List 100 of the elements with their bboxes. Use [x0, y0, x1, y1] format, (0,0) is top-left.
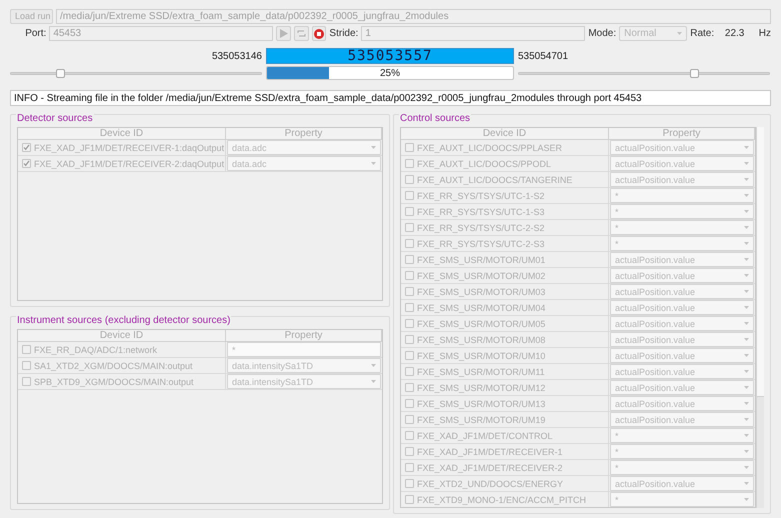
group-title: Control sources	[399, 113, 472, 124]
caret-icon	[744, 466, 749, 469]
checkbox[interactable]	[405, 271, 414, 280]
checkbox[interactable]	[22, 159, 31, 168]
scrollbar[interactable]	[756, 127, 764, 508]
device-id: FXE_XTD2_UND/DOOCS/ENERGY	[417, 478, 564, 488]
rate-unit: Hz	[758, 28, 771, 39]
checkbox[interactable]	[405, 191, 414, 200]
property-dropdown[interactable]: actualPosition.value	[610, 156, 754, 171]
checkbox[interactable]	[405, 143, 414, 152]
checkbox[interactable]	[405, 383, 414, 392]
file-path-field[interactable]: /media/jun/Extreme SSD/extra_foam_sample_data/p002392_r0005_jungfrau_2modules	[56, 9, 771, 24]
checkbox[interactable]	[22, 377, 31, 386]
device-id: FXE_SMS_USR/MOTOR/UM11	[417, 366, 545, 376]
property-dropdown[interactable]: *	[610, 220, 754, 235]
device-id: FXE_RR_SYS/TSYS/UTC-1-S3	[417, 206, 545, 216]
checkbox[interactable]	[405, 223, 414, 232]
property-dropdown[interactable]: actualPosition.value	[610, 172, 754, 187]
property-dropdown[interactable]: actualPosition.value	[610, 396, 754, 411]
checkbox[interactable]	[22, 361, 31, 370]
caret-icon	[744, 306, 749, 309]
caret-icon	[371, 162, 376, 165]
property-dropdown[interactable]: actualPosition.value	[610, 380, 754, 395]
checkbox[interactable]	[405, 399, 414, 408]
property-dropdown[interactable]: *	[610, 492, 754, 507]
column-header: Device ID	[18, 330, 226, 342]
device-id: FXE_SMS_USR/MOTOR/UM08	[417, 334, 546, 344]
stop-button[interactable]	[312, 26, 326, 41]
property-dropdown[interactable]: actualPosition.value	[610, 300, 754, 315]
mode-label: Mode:	[588, 28, 616, 39]
checkbox[interactable]	[405, 239, 414, 248]
checkbox[interactable]	[22, 345, 31, 354]
checkbox[interactable]	[405, 351, 414, 360]
checkbox[interactable]	[405, 415, 414, 424]
checkbox[interactable]	[405, 447, 414, 456]
checkbox[interactable]	[405, 463, 414, 472]
property-dropdown[interactable]: actualPosition.value	[610, 364, 754, 379]
property-dropdown[interactable]: data.intensitySa1TD	[227, 358, 381, 373]
caret-icon	[744, 498, 749, 501]
checkbox[interactable]	[405, 159, 414, 168]
property-dropdown[interactable]: actualPosition.value	[610, 268, 754, 283]
property-dropdown[interactable]: actualPosition.value	[610, 348, 754, 363]
progress-label: 25%	[380, 68, 400, 78]
property-dropdown[interactable]: data.adc	[227, 140, 381, 155]
checkbox[interactable]	[405, 335, 414, 344]
device-id: FXE_RR_SYS/TSYS/UTC-2-S2	[417, 222, 545, 232]
property-dropdown[interactable]: actualPosition.value	[610, 284, 754, 299]
slider[interactable]	[518, 66, 770, 80]
caret-icon	[744, 194, 749, 197]
device-id: FXE_SMS_USR/MOTOR/UM03	[417, 286, 546, 296]
play-icon	[280, 29, 288, 38]
property-dropdown[interactable]: *	[610, 204, 754, 219]
property-dropdown[interactable]: *	[610, 236, 754, 251]
checkbox[interactable]	[22, 143, 31, 152]
info-message: INFO - Streaming file in the folder /media/jun/Extreme SSD/extra_foam_sample_data/p002392_r0005_jungfrau_2modules through port 45453	[10, 90, 771, 106]
caret-icon	[744, 434, 749, 437]
mode-dropdown[interactable]: Normal	[619, 26, 688, 41]
checkbox[interactable]	[405, 431, 414, 440]
property-dropdown[interactable]: actualPosition.value	[610, 476, 754, 491]
checkbox[interactable]	[405, 175, 414, 184]
device-id: FXE_XAD_JF1M/DET/RECEIVER-1:daqOutput	[34, 142, 224, 152]
device-id: FXE_SMS_USR/MOTOR/UM19	[417, 414, 546, 424]
checkbox[interactable]	[405, 255, 414, 264]
property-dropdown[interactable]: *	[610, 460, 754, 475]
checkbox[interactable]	[405, 207, 414, 216]
checkbox[interactable]	[405, 303, 414, 312]
checkbox[interactable]	[405, 287, 414, 296]
slider[interactable]	[10, 66, 262, 80]
property-dropdown[interactable]: data.adc	[227, 156, 381, 171]
device-id: FXE_XTD9_MONO-1/ENC/ACCM_PITCH	[417, 494, 586, 504]
property-dropdown[interactable]: actualPosition.value	[610, 316, 754, 331]
port-label: Port:	[24, 28, 46, 39]
property-dropdown[interactable]: actualPosition.value	[610, 332, 754, 347]
caret-icon	[371, 146, 376, 149]
property-dropdown[interactable]: *	[610, 444, 754, 459]
repeat-icon	[296, 29, 306, 38]
play-button[interactable]	[276, 26, 292, 41]
end-id: 535054701	[518, 50, 570, 62]
caret-icon	[371, 364, 376, 367]
property-dropdown[interactable]: *	[610, 428, 754, 443]
property-dropdown[interactable]: actualPosition.value	[610, 412, 754, 427]
column-header: Property	[226, 330, 382, 342]
device-id: FXE_SMS_USR/MOTOR/UM02	[417, 270, 546, 280]
checkbox[interactable]	[405, 319, 414, 328]
device-id: FXE_SMS_USR/MOTOR/UM04	[417, 302, 546, 312]
property-dropdown[interactable]: actualPosition.value	[610, 140, 754, 155]
device-id: FXE_XAD_JF1M/DET/RECEIVER-1	[417, 446, 563, 456]
start-id: 535053146	[210, 50, 262, 62]
device-id: FXE_AUXT_LIC/DOOCS/PPODL	[417, 158, 552, 168]
device-id: FXE_XAD_JF1M/DET/RECEIVER-2:daqOutput	[34, 158, 224, 168]
checkbox[interactable]	[405, 495, 414, 504]
property-field[interactable]: *	[227, 342, 381, 357]
checkbox[interactable]	[405, 367, 414, 376]
property-dropdown[interactable]: *	[610, 188, 754, 203]
column-header: Property	[609, 128, 755, 140]
property-dropdown[interactable]: actualPosition.value	[610, 252, 754, 267]
caret-icon	[744, 354, 749, 357]
load-run-button[interactable]: Load run	[10, 9, 53, 24]
checkbox[interactable]	[405, 479, 414, 488]
property-dropdown[interactable]: data.intensitySa1TD	[227, 374, 381, 389]
